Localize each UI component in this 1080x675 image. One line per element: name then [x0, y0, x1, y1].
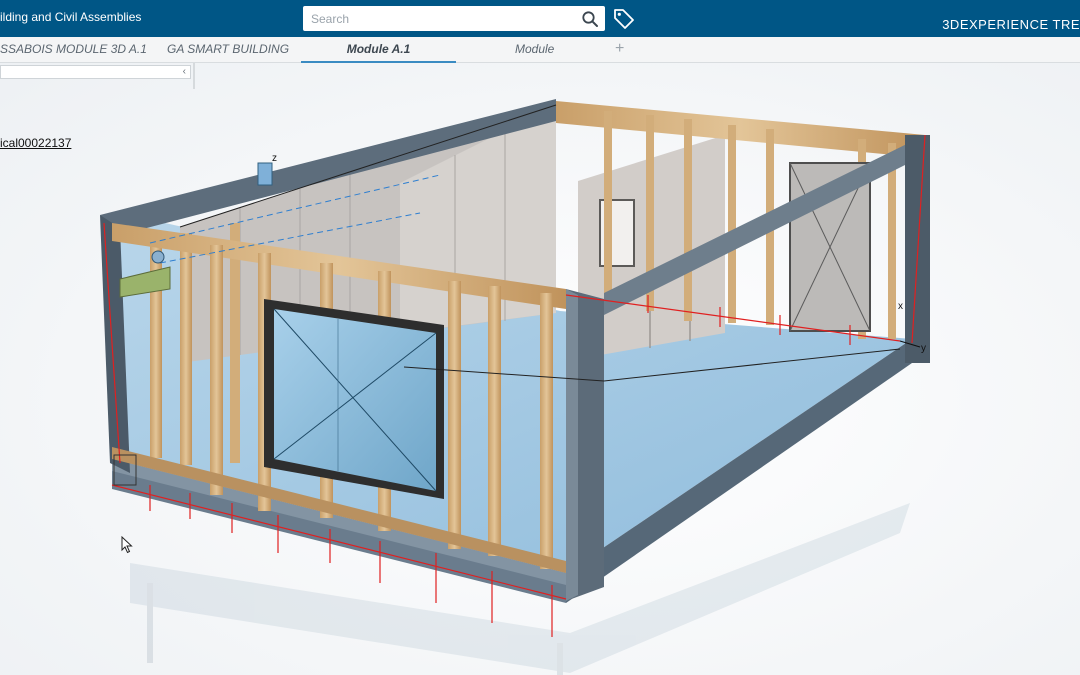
tree-node-link[interactable]: ical00022137	[0, 136, 71, 150]
search-icon[interactable]	[581, 10, 599, 28]
panel-splitter[interactable]	[193, 63, 195, 89]
mouse-cursor-icon	[121, 536, 133, 554]
tag-icon[interactable]	[612, 7, 636, 29]
tab-module-a1[interactable]: Module A.1	[301, 37, 456, 63]
tab-bar: SSABOIS MODULE 3D A.1 GA SMART BUILDING …	[0, 37, 1080, 63]
app-title: ilding and Civil Assemblies	[0, 10, 142, 24]
axis-label-z: z	[272, 153, 277, 164]
3d-viewport[interactable]: z y x	[0, 63, 1080, 675]
search-input[interactable]	[303, 6, 573, 31]
search-box[interactable]	[303, 6, 605, 31]
top-bar: ilding and Civil Assemblies 3DEXPERIENCE…	[0, 0, 1080, 37]
collapse-panel-icon[interactable]: ‹	[183, 66, 186, 78]
tree-filter[interactable]: ‹	[0, 65, 191, 79]
brand-label: 3DEXPERIENCE TRE	[942, 17, 1080, 32]
corner-post	[566, 289, 604, 601]
axis-label-x: x	[898, 301, 903, 312]
tab-module[interactable]: Module	[515, 37, 575, 63]
window	[264, 299, 444, 499]
tab-ga-smart-building[interactable]: GA SMART BUILDING	[167, 37, 292, 63]
axis-label-y: y	[921, 343, 926, 354]
tab-ossabois-module[interactable]: SSABOIS MODULE 3D A.1	[0, 37, 150, 63]
add-tab-button[interactable]: +	[615, 37, 624, 63]
tree-panel-header: ‹	[0, 63, 196, 89]
